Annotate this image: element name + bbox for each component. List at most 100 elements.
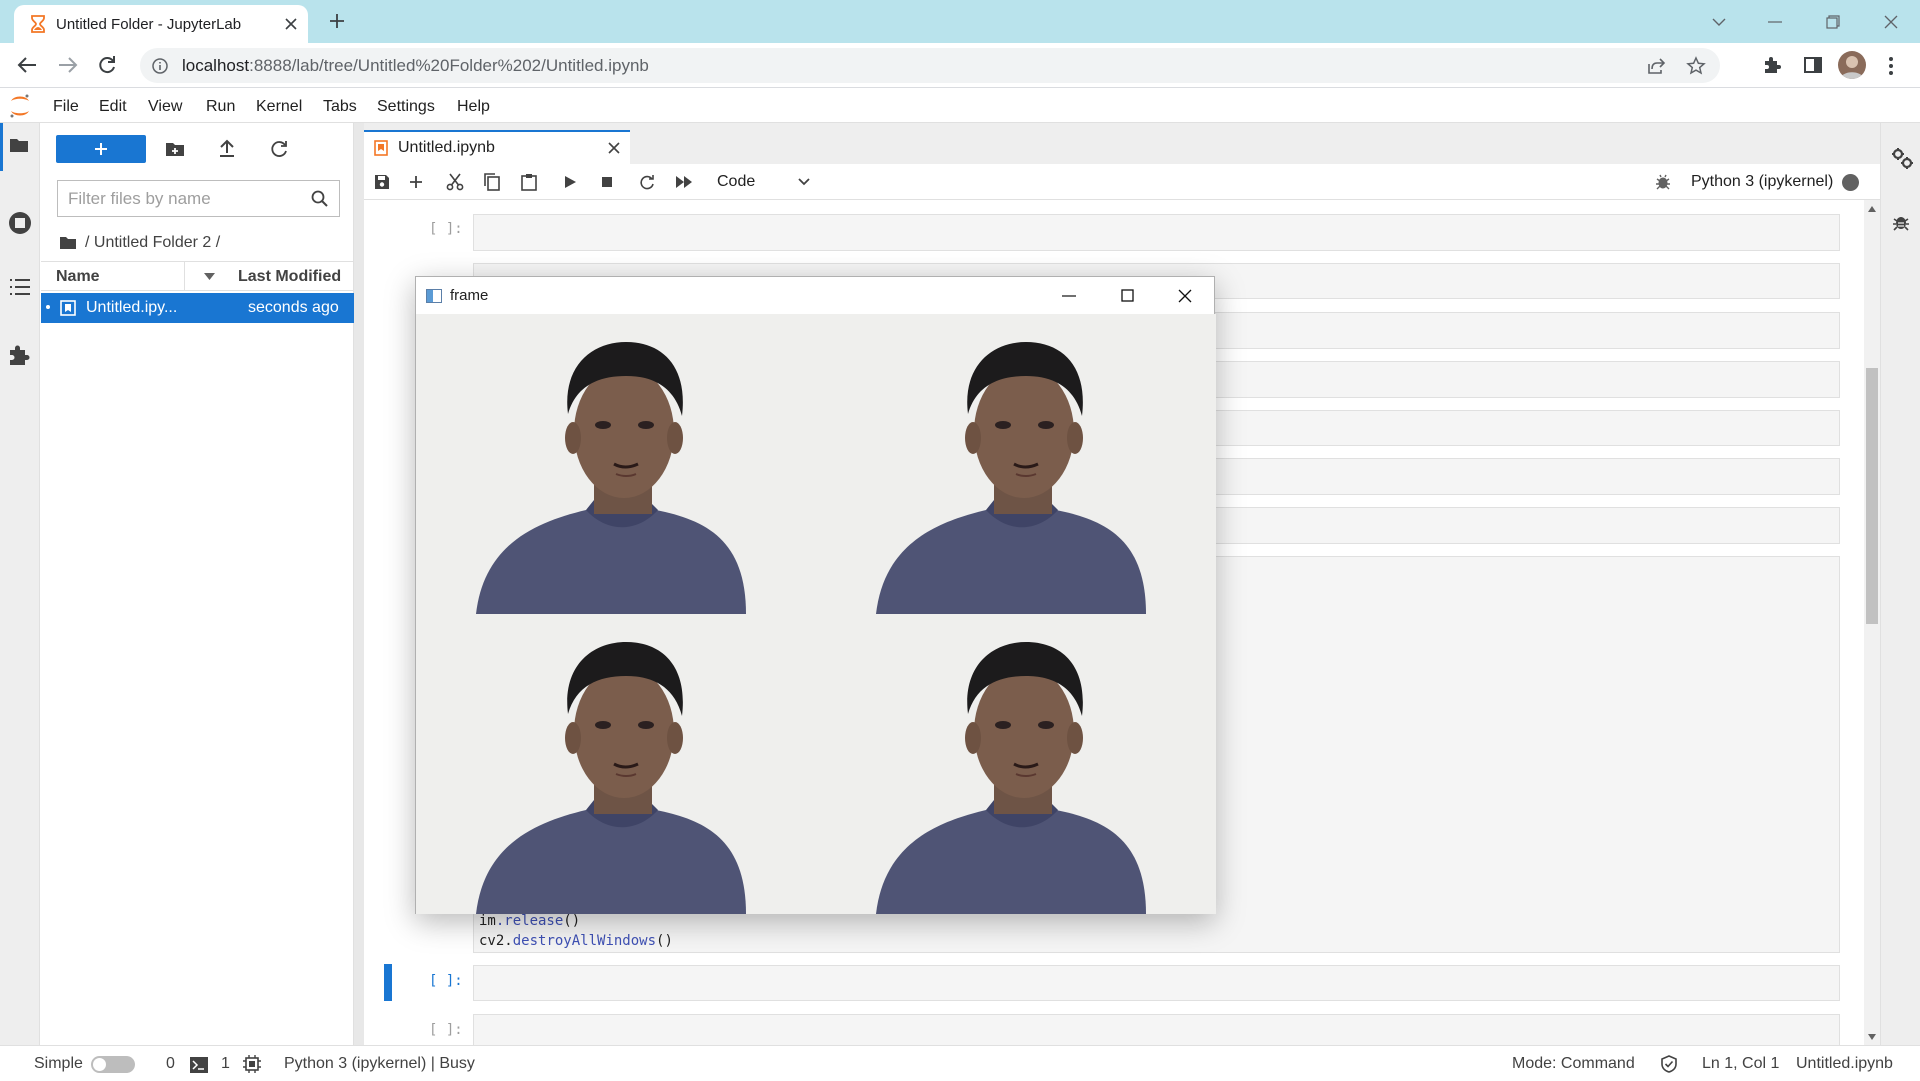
filter-files-input[interactable]: Filter files by name	[57, 180, 340, 217]
save-icon[interactable]	[374, 174, 390, 190]
home-folder-icon[interactable]	[59, 236, 77, 250]
terminal-icon[interactable]	[190, 1057, 208, 1073]
search-icon	[311, 190, 329, 208]
jupyter-menu-bar: File Edit View Run Kernel Tabs Settings …	[0, 89, 1920, 123]
scroll-thumb[interactable]	[1866, 368, 1878, 624]
jupyter-favicon-icon	[30, 15, 46, 33]
insert-cell-icon[interactable]	[409, 175, 423, 189]
minimize-browser-icon[interactable]	[1746, 0, 1804, 43]
kernels-count[interactable]: 1	[221, 1046, 230, 1081]
copy-icon[interactable]	[484, 173, 500, 191]
notebook-tab[interactable]: Untitled.ipynb	[364, 130, 630, 164]
menu-run[interactable]: Run	[206, 89, 235, 123]
restart-kernel-icon[interactable]	[639, 174, 655, 190]
menu-edit[interactable]: Edit	[99, 89, 127, 123]
menu-settings[interactable]: Settings	[377, 89, 435, 123]
menu-file[interactable]: File	[53, 89, 79, 123]
webcam-image	[416, 614, 816, 914]
close-tab-icon[interactable]	[284, 17, 298, 31]
new-launcher-button[interactable]	[56, 135, 146, 163]
menu-help[interactable]: Help	[457, 89, 490, 123]
code-cell-editor[interactable]	[473, 965, 1840, 1001]
paste-icon[interactable]	[521, 173, 537, 191]
opencv-frame-window[interactable]: frame	[415, 276, 1216, 914]
side-panel-icon[interactable]	[1803, 55, 1823, 75]
share-icon[interactable]	[1646, 56, 1666, 76]
file-list-header: Name Last Modified	[41, 261, 354, 291]
chevron-down-icon[interactable]	[798, 178, 810, 186]
sort-caret-icon[interactable]	[204, 273, 215, 280]
code-cell-editor[interactable]	[473, 214, 1840, 251]
kernel-name[interactable]: Python 3 (ipykernel)	[1691, 164, 1833, 200]
cv-minimize-icon[interactable]	[1040, 277, 1098, 314]
upload-icon[interactable]	[219, 139, 235, 157]
profile-avatar[interactable]	[1838, 51, 1866, 79]
kernel-sessions-icon[interactable]	[243, 1055, 261, 1073]
restart-run-all-icon[interactable]	[676, 176, 692, 188]
webcam-image	[816, 614, 1216, 914]
breadcrumb: / Untitled Folder 2 /	[59, 228, 220, 258]
tab-search-icon[interactable]	[1690, 0, 1748, 43]
active-indicator	[0, 123, 3, 171]
bookmark-star-icon[interactable]	[1686, 55, 1706, 76]
cv-close-icon[interactable]	[1156, 277, 1214, 314]
menu-tabs[interactable]: Tabs	[323, 89, 357, 123]
webcam-frame-top-right	[816, 314, 1216, 614]
cut-icon[interactable]	[446, 173, 464, 191]
interrupt-icon[interactable]	[602, 177, 612, 187]
terminals-count[interactable]: 0	[166, 1046, 175, 1081]
reload-icon[interactable]	[97, 55, 117, 75]
left-activity-bar	[0, 123, 40, 1045]
table-of-contents-icon[interactable]	[9, 278, 31, 296]
close-browser-icon[interactable]	[1862, 0, 1920, 43]
cursor-position[interactable]: Ln 1, Col 1	[1702, 1046, 1779, 1081]
kernel-busy-indicator	[1842, 174, 1859, 191]
notebook-scrollbar[interactable]	[1864, 200, 1880, 1045]
browser-tab[interactable]: Untitled Folder - JupyterLab	[14, 5, 308, 43]
restore-browser-icon[interactable]	[1804, 0, 1862, 43]
debugger-panel-icon[interactable]	[1892, 213, 1910, 231]
notebook-file-icon	[60, 300, 76, 316]
menu-view[interactable]: View	[148, 89, 182, 123]
close-notebook-icon[interactable]	[608, 142, 620, 154]
code-token: .	[504, 933, 513, 949]
extension-manager-icon[interactable]	[8, 344, 30, 366]
new-tab-icon[interactable]	[328, 12, 346, 30]
folder-icon[interactable]	[9, 137, 29, 153]
browser-menu-icon[interactable]	[1888, 56, 1894, 76]
column-last-modified[interactable]: Last Modified	[238, 268, 341, 286]
browser-tab-bar: Untitled Folder - JupyterLab	[0, 0, 1920, 43]
kernel-status[interactable]: Python 3 (ipykernel) | Busy	[284, 1046, 475, 1081]
debugger-icon[interactable]	[1655, 174, 1671, 190]
property-inspector-icon[interactable]	[1891, 147, 1913, 169]
code-cell-editor[interactable]	[473, 1014, 1840, 1045]
omnibox[interactable]: localhost:8888/lab/tree/Untitled%20Folde…	[140, 48, 1720, 83]
simple-mode-toggle[interactable]	[91, 1056, 135, 1073]
trusted-notebook-icon[interactable]	[1661, 1055, 1677, 1073]
breadcrumb-path[interactable]: / Untitled Folder 2 /	[85, 234, 220, 252]
code-lines: im.release() cv2.destroyAllWindows()	[479, 911, 673, 951]
panel-splitter[interactable]	[354, 123, 364, 1045]
new-folder-icon[interactable]	[165, 141, 185, 157]
url-host: localhost	[182, 55, 250, 75]
file-modified: seconds ago	[248, 299, 339, 316]
code-token: destroyAllWindows	[512, 933, 657, 949]
site-info-icon[interactable]	[152, 57, 168, 74]
file-list-item[interactable]: Untitled.ipy... seconds ago	[41, 293, 354, 323]
running-sessions-icon[interactable]	[8, 211, 32, 235]
cv-window-title: frame	[450, 287, 489, 304]
scroll-up-icon[interactable]	[1868, 206, 1876, 212]
column-name[interactable]: Name	[56, 268, 100, 286]
extensions-icon[interactable]	[1762, 55, 1782, 75]
browser-toolbar: localhost:8888/lab/tree/Untitled%20Folde…	[0, 43, 1920, 88]
cell-type-select[interactable]: Code	[717, 164, 755, 200]
menu-kernel[interactable]: Kernel	[256, 89, 302, 123]
file-browser-panel: Filter files by name / Untitled Folder 2…	[41, 123, 354, 1045]
back-icon[interactable]	[16, 55, 38, 75]
scroll-down-icon[interactable]	[1868, 1034, 1876, 1040]
refresh-icon[interactable]	[270, 140, 288, 158]
run-icon[interactable]	[565, 176, 576, 188]
cv-maximize-icon[interactable]	[1098, 277, 1156, 314]
forward-icon[interactable]	[57, 55, 79, 75]
cell-prompt: [ ]:	[429, 1022, 463, 1038]
